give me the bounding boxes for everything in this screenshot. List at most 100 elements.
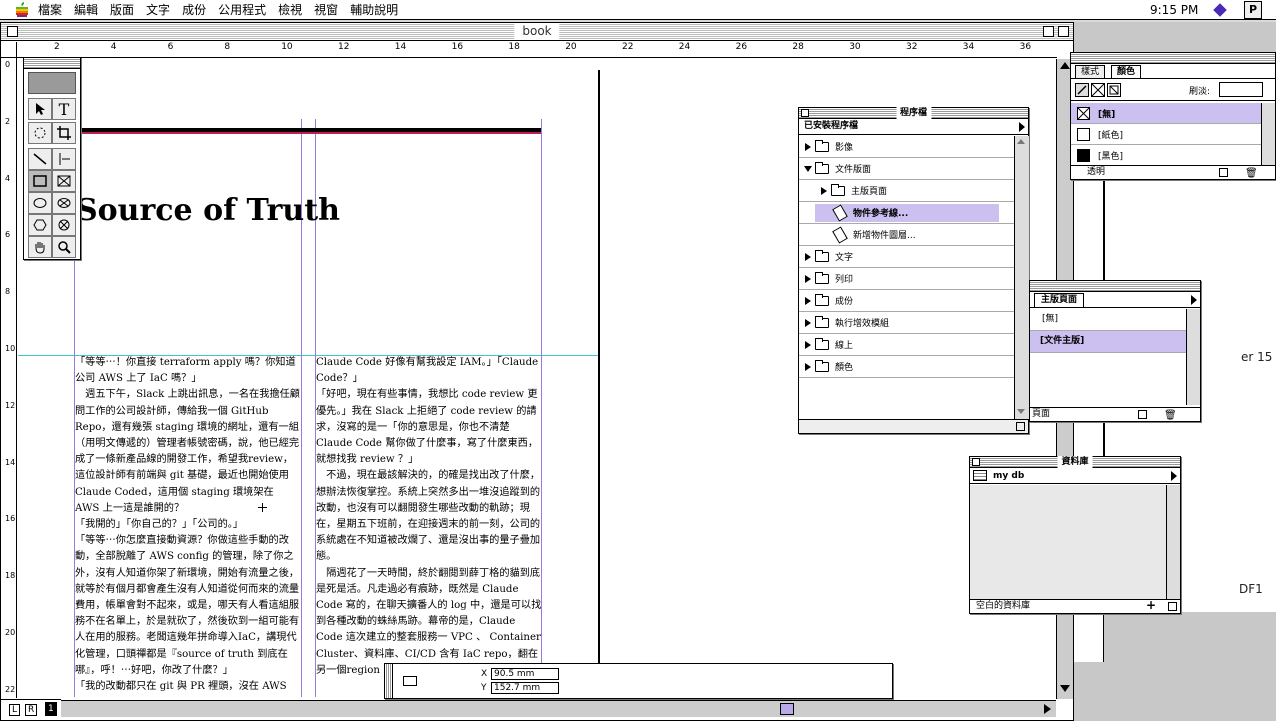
scroll-up-icon[interactable] [1017,139,1025,144]
x-position-field[interactable]: 90.5 mm [491,668,559,680]
script-list-item[interactable]: 成份 [799,290,1014,312]
page-layout-palette-title-bar[interactable] [1030,281,1200,292]
disclosure-closed-icon[interactable] [805,142,811,151]
disclosure-closed-icon[interactable] [821,186,827,195]
ruler-origin[interactable] [1,42,17,58]
zoom-box-icon[interactable] [1043,26,1054,37]
measurements-drag-bar[interactable] [385,664,393,698]
colors-scrollbar[interactable] [1261,103,1275,165]
line-tool-icon[interactable] [28,148,52,170]
menu-utilities[interactable]: 公用程式 [212,0,272,20]
horizontal-scroll-thumb[interactable] [780,703,794,715]
y-position-field[interactable]: 152.7 mm [491,682,559,694]
master-page-item[interactable]: [文件主版] [1030,331,1186,353]
menu-clock[interactable]: 9:15 PM [1150,0,1198,20]
script-list-item[interactable]: 顏色 [799,356,1014,378]
script-list-item[interactable]: 主版頁面 [799,180,1014,202]
oval-text-box-tool-icon[interactable] [28,192,52,214]
menu-help[interactable]: 輔助說明 [344,0,404,20]
script-list-item[interactable]: 列印 [799,268,1014,290]
rectangle-picture-box-tool-icon[interactable] [52,170,76,192]
script-list-item[interactable]: 新增物件圖層... [799,224,1014,246]
colors-palette-title-bar[interactable] [1071,53,1275,64]
menu-view[interactable]: 檢視 [272,0,308,20]
left-page-icon[interactable]: L [9,704,21,716]
text-column-2[interactable]: Claude Code 好像有幫我設定 IAM。」「Claude Code？」 … [316,355,542,697]
scripts-scrollbar[interactable] [1014,136,1029,419]
header-rule[interactable] [74,128,541,134]
color-swatch-row[interactable]: [無] [1071,103,1261,124]
script-list-item[interactable]: 物件參考線... [799,202,1014,224]
document-title-bar[interactable]: book [1,23,1073,41]
hand-tool-icon[interactable] [28,236,52,258]
background-color-icon[interactable] [1107,83,1121,97]
horizontal-scrollbar[interactable] [18,700,1056,717]
disclosure-closed-icon[interactable] [805,296,811,305]
add-icon[interactable]: + [1146,599,1156,612]
menu-edit[interactable]: 編輯 [68,0,104,20]
tab-colors[interactable]: 顏色 [1111,65,1142,78]
color-swatch-row[interactable]: [黑色] [1071,145,1261,165]
vertical-ruler[interactable]: 0 2 4 6 8 10 12 14 16 18 20 22 [1,58,17,698]
crop-tool-icon[interactable] [52,122,76,144]
script-list-item[interactable]: 線上 [799,334,1014,356]
content-color-icon[interactable] [1091,83,1105,97]
new-page-icon[interactable] [1138,410,1147,419]
app-switcher-icon[interactable] [1213,3,1227,17]
tab-styles[interactable]: 樣式 [1075,65,1106,79]
right-page-icon[interactable]: R [25,704,38,716]
text-column-1[interactable]: 「等等⋯！你直接 terraform apply 嗎？你知道公司 AWS 上了 … [75,355,301,697]
color-swatch-row[interactable]: [紙色] [1071,124,1261,145]
close-box-icon[interactable] [801,109,809,117]
master-page-item[interactable]: [無] [1030,309,1186,331]
scroll-up-icon[interactable] [1060,62,1070,69]
resize-box-icon[interactable] [1168,602,1177,611]
content-tool-icon[interactable]: T [52,98,76,120]
trash-icon[interactable]: 🗑 [1164,409,1177,422]
database-palette-title-bar[interactable]: 資料庫 [970,456,1180,468]
item-tool-icon[interactable] [28,98,52,120]
disclosure-closed-icon[interactable] [805,362,811,371]
application-menu-icon[interactable]: P [1244,1,1262,19]
close-box-icon[interactable] [972,458,980,466]
disclosure-open-icon[interactable] [804,165,812,172]
menu-window[interactable]: 視窗 [308,0,344,20]
oval-picture-box-tool-icon[interactable] [52,192,76,214]
current-page-icon[interactable]: 1 [45,702,57,716]
article-heading[interactable]: Source of Truth [76,193,340,229]
close-box-icon[interactable] [7,26,18,37]
script-list-item[interactable]: 文字 [799,246,1014,268]
horizontal-ruler[interactable]: 2 4 6 8 10 12 14 16 18 20 22 24 26 28 30 32 34 36 [17,42,1057,58]
disclosure-closed-icon[interactable] [805,340,811,349]
script-list-item[interactable]: 影像 [799,136,1014,158]
script-list-item[interactable]: 文件版面 [799,158,1014,180]
palette-menu-icon[interactable] [1019,122,1025,132]
menu-item[interactable]: 成份 [176,0,212,20]
frame-color-icon[interactable] [1075,83,1089,97]
quark-logo-icon[interactable] [28,72,76,94]
apple-menu-icon[interactable] [12,0,32,20]
scroll-down-icon[interactable] [1017,409,1025,414]
disclosure-closed-icon[interactable] [805,252,811,261]
polygon-picture-box-tool-icon[interactable] [52,214,76,236]
script-list-item[interactable]: 執行增效模組 [799,312,1014,334]
trash-icon[interactable]: 🗑 [1245,167,1258,180]
menu-layout[interactable]: 版面 [104,0,140,20]
menu-file[interactable]: 檔案 [32,0,68,20]
scroll-down-icon[interactable] [1060,685,1070,692]
zoom-tool-icon[interactable] [52,236,76,258]
palette-menu-icon[interactable] [1191,295,1197,305]
new-color-icon[interactable] [1219,168,1228,177]
orthogonal-line-tool-icon[interactable] [52,148,76,170]
menu-text[interactable]: 文字 [140,0,176,20]
tint-field[interactable] [1219,82,1263,97]
rotation-tool-icon[interactable] [28,122,52,144]
scroll-right-icon[interactable] [1044,704,1051,714]
master-pages-tab[interactable]: 主版頁面 [1034,293,1085,307]
rectangle-text-box-tool-icon[interactable] [28,170,52,192]
polygon-text-box-tool-icon[interactable] [28,214,52,236]
tool-palette-title-bar[interactable] [24,58,80,69]
master-pages-scrollbar[interactable] [1186,309,1200,405]
disclosure-closed-icon[interactable] [805,318,811,327]
database-name[interactable]: my db [993,471,1024,481]
